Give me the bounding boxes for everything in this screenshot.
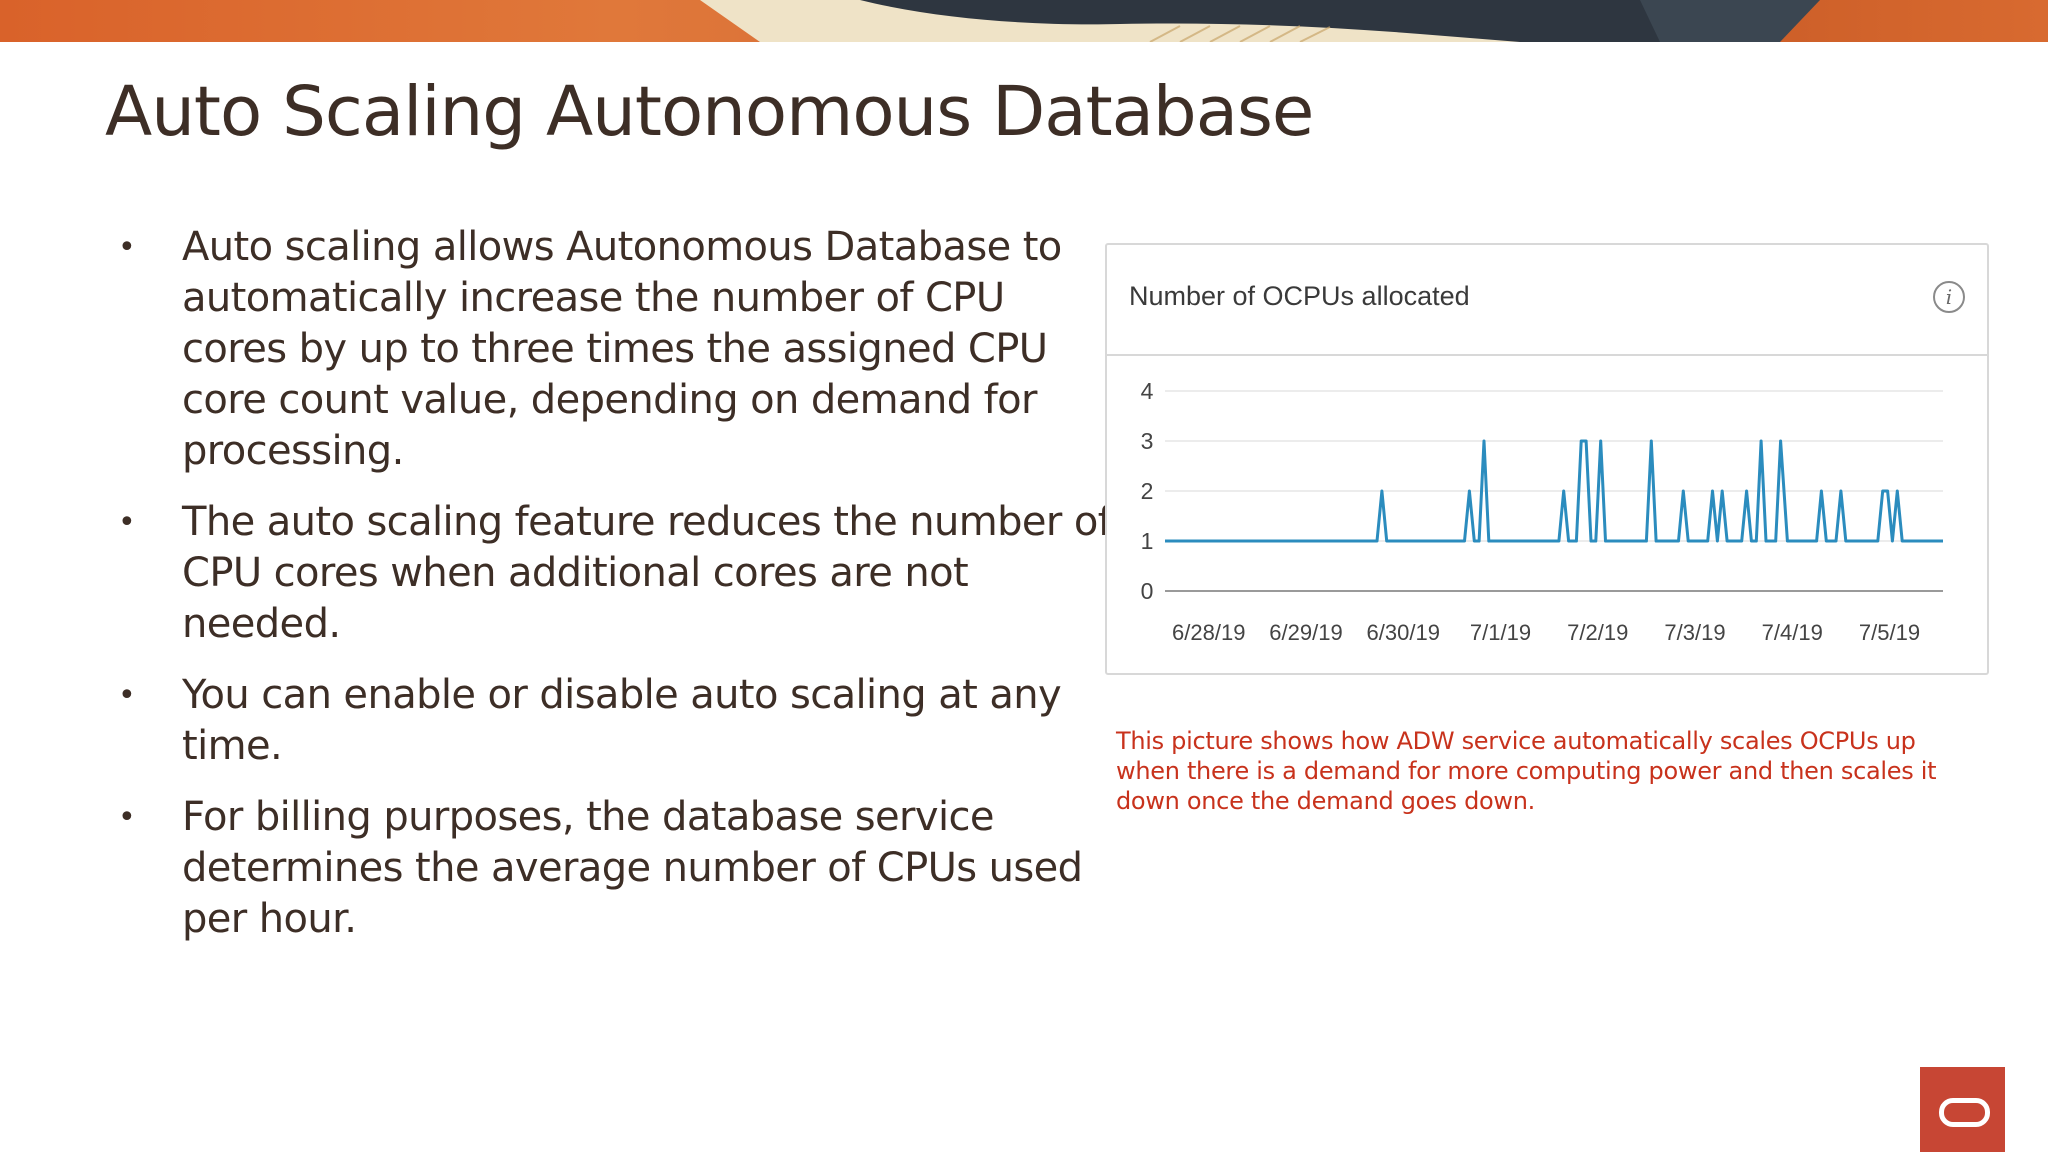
x-tick-label: 7/5/19 — [1859, 620, 1920, 645]
bullet-dot: • — [118, 230, 136, 265]
y-tick-label: 1 — [1141, 528, 1154, 554]
bullet-item: • For billing purposes, the database ser… — [118, 792, 1118, 945]
bullet-item: • Auto scaling allows Autonomous Databas… — [118, 222, 1118, 477]
ocpu-chart-card: Number of OCPUs allocated i 0 1 2 3 4 6/28/19… — [1105, 243, 1989, 675]
bullet-dot: • — [118, 505, 136, 540]
ocpu-line-chart: 0 1 2 3 4 6/28/19 6/29/19 6/30/19 7/1/19 7/2/19 7/… — [1141, 378, 1943, 645]
oracle-logo-icon — [1920, 1067, 2005, 1152]
x-tick-label: 6/30/19 — [1367, 620, 1440, 645]
chart-caption: This picture shows how ADW service autom… — [1116, 727, 1937, 815]
info-icon[interactable]: i — [1933, 281, 1965, 313]
bullet-text: The auto scaling feature reduces the num… — [182, 499, 1112, 647]
x-tick-label: 6/29/19 — [1269, 620, 1342, 645]
y-tick-label: 2 — [1141, 478, 1154, 504]
bullet-text: You can enable or disable auto scaling a… — [182, 672, 1062, 769]
bullet-item: • The auto scaling feature reduces the n… — [118, 497, 1118, 650]
x-tick-label: 7/1/19 — [1470, 620, 1531, 645]
bullet-item: • You can enable or disable auto scaling… — [118, 670, 1118, 772]
chart-title: Number of OCPUs allocated — [1129, 281, 1470, 311]
bullet-text: Auto scaling allows Autonomous Database … — [182, 224, 1062, 474]
bullet-dot: • — [118, 678, 136, 713]
x-tick-label: 7/4/19 — [1762, 620, 1823, 645]
bullet-dot: • — [118, 800, 136, 835]
decorative-banner — [0, 0, 2048, 42]
x-tick-label: 6/28/19 — [1172, 620, 1245, 645]
bullet-list: • Auto scaling allows Autonomous Databas… — [118, 222, 1118, 965]
y-tick-label: 4 — [1141, 378, 1154, 404]
y-tick-label: 0 — [1141, 578, 1154, 604]
chart-card-header: Number of OCPUs allocated i — [1107, 245, 1987, 356]
x-tick-label: 7/3/19 — [1664, 620, 1725, 645]
slide-title: Auto Scaling Autonomous Database — [105, 72, 1314, 152]
bullet-text: For billing purposes, the database servi… — [182, 794, 1083, 942]
x-tick-label: 7/2/19 — [1567, 620, 1628, 645]
y-tick-label: 3 — [1141, 428, 1154, 454]
